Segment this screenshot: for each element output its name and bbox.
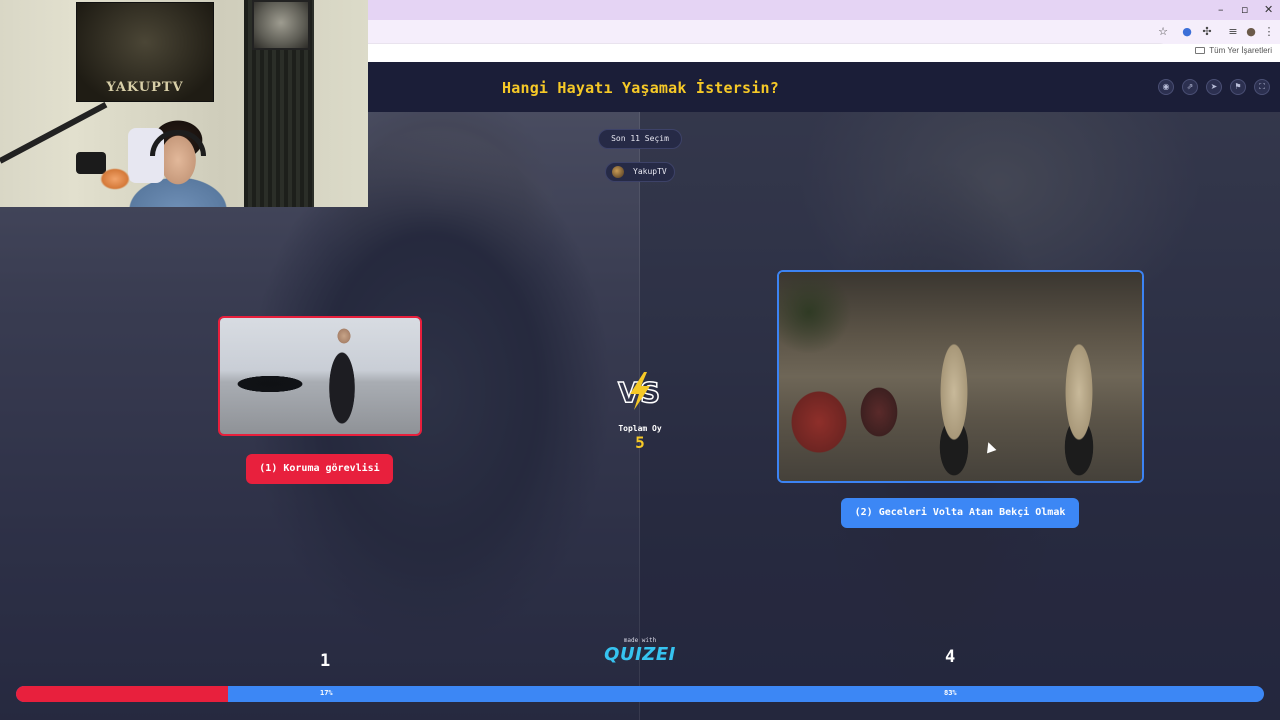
choice-1-percent: 17% xyxy=(320,689,333,697)
puzzle-icon[interactable]: ✣ xyxy=(1200,25,1214,39)
profile-icon[interactable]: ● xyxy=(1244,25,1258,39)
fullscreen-icon[interactable]: ⛶ xyxy=(1254,79,1270,95)
poster-text: YAKUPTV xyxy=(106,80,184,95)
restore-icon[interactable]: ▫ xyxy=(1241,3,1248,16)
all-bookmarks-label: Tüm Yer İşaretleri xyxy=(1209,46,1272,55)
folder-icon xyxy=(1195,47,1206,54)
send-icon[interactable]: ➤ xyxy=(1206,79,1222,95)
webcam-overlay: YAKUPTV xyxy=(0,0,368,207)
vote-progress-bar xyxy=(16,686,1264,702)
minimize-icon[interactable]: – xyxy=(1218,3,1224,16)
quizei-logo[interactable]: QUIZEI xyxy=(600,644,680,665)
night-watchmen-photo xyxy=(779,272,1142,481)
header-actions: ◉ ⇗ ➤ ⚑ ⛶ xyxy=(1158,79,1270,95)
choice-1-progress-fill xyxy=(16,686,229,702)
close-window-icon[interactable]: ✕ xyxy=(1264,3,1273,16)
extension-blue-icon[interactable]: ● xyxy=(1180,25,1194,39)
user-name: YakupTV xyxy=(633,167,667,176)
share-icon[interactable]: ⇗ xyxy=(1182,79,1198,95)
vs-lightning-icon: V S xyxy=(617,372,661,410)
total-votes-label: Toplam Oy xyxy=(618,424,662,433)
user-badge[interactable]: YakupTV xyxy=(605,162,675,182)
choice-2-vote-count: 4 xyxy=(945,647,956,667)
flag-icon[interactable]: ⚑ xyxy=(1230,79,1246,95)
choice-2-button[interactable]: (2) Geceleri Volta Atan Bekçi Olmak xyxy=(841,498,1079,528)
recent-choices-badge[interactable]: Son 11 Seçim xyxy=(598,129,682,149)
mic-light xyxy=(100,168,130,190)
wall-poster: YAKUPTV xyxy=(76,2,214,102)
media-icon[interactable]: ≡ xyxy=(1226,25,1240,39)
choice-1-vote-count: 1 xyxy=(320,651,331,671)
menu-dots-icon[interactable]: ⋮ xyxy=(1262,25,1276,39)
choice-1-image[interactable] xyxy=(218,316,422,436)
total-votes-value: 5 xyxy=(635,433,645,452)
eye-icon[interactable]: ◉ xyxy=(1158,79,1174,95)
bodyguard-photo xyxy=(220,318,420,434)
screen: – ▫ ✕ ☆ ● ✣ ≡ ● ⋮ Tüm Yer İşaretleri Han… xyxy=(0,0,1280,720)
page-title: Hangi Hayatı Yaşamak İstersin? xyxy=(502,79,779,97)
choice-1-button[interactable]: (1) Koruma görevlisi xyxy=(246,454,393,484)
center-divider xyxy=(639,112,640,720)
all-bookmarks[interactable]: Tüm Yer İşaretleri xyxy=(1195,46,1272,55)
made-with-label: made with xyxy=(623,637,657,644)
choice-2-image[interactable] xyxy=(777,270,1144,483)
wall-portrait xyxy=(252,0,310,50)
star-icon[interactable]: ☆ xyxy=(1156,25,1170,39)
avatar xyxy=(612,166,624,178)
choice-2-percent: 83% xyxy=(944,689,957,697)
